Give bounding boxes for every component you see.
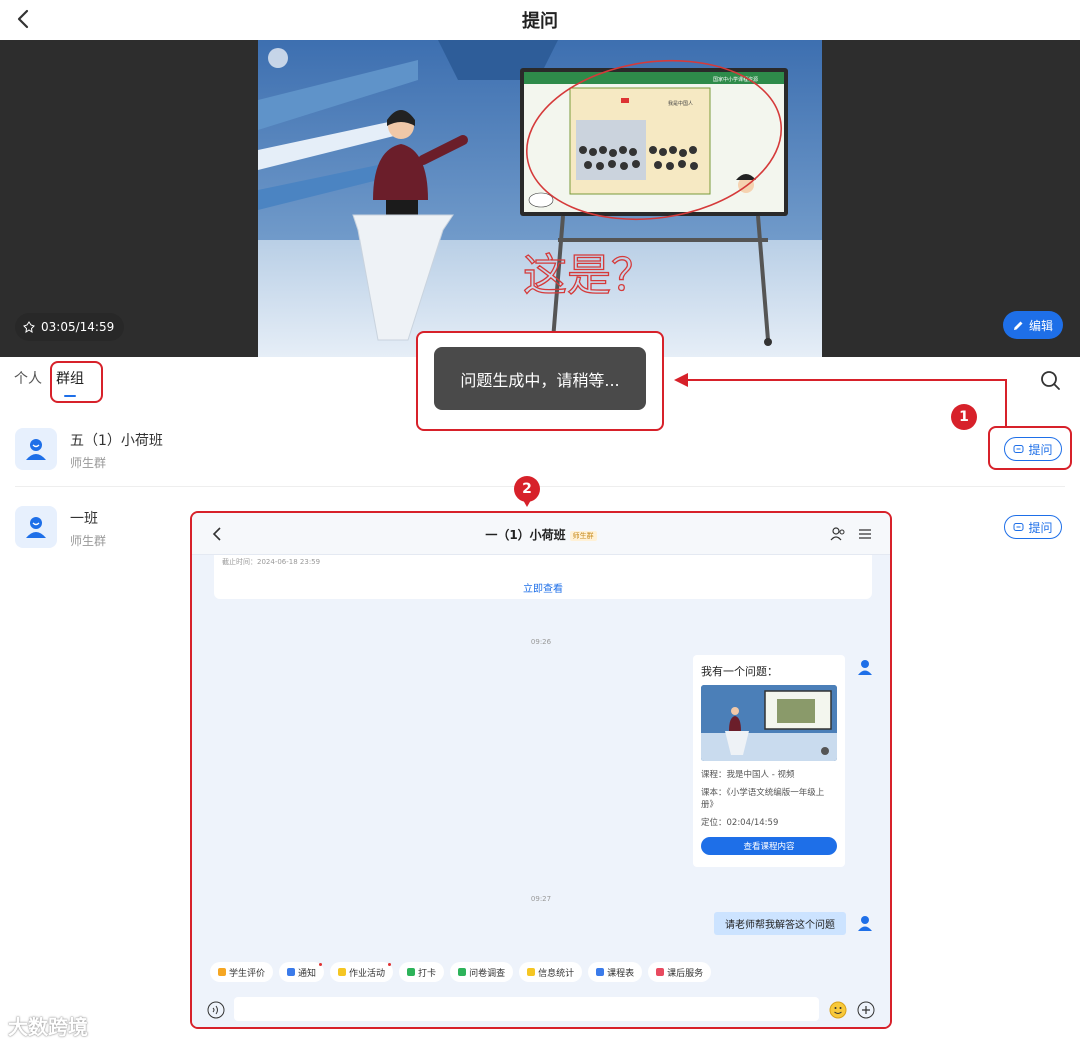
search-icon[interactable] — [1039, 369, 1063, 393]
tool-icon — [458, 968, 467, 976]
voice-icon[interactable] — [207, 1001, 225, 1019]
emoji-icon[interactable] — [829, 1001, 847, 1019]
tool-label: 打卡 — [418, 968, 437, 979]
group-user-icon — [26, 517, 46, 538]
group-row[interactable]: 五（1）小荷班 师生群 — [0, 428, 1080, 502]
time-label: 09:26 — [530, 638, 552, 646]
video-thumbnail — [701, 685, 837, 761]
video-player[interactable]: 国家中小学课程资源 我是中国人 这是？ 03:05/14:59 编辑 — [0, 40, 1080, 357]
menu-icon[interactable] — [858, 527, 872, 541]
tool-icon — [527, 968, 536, 976]
message-input[interactable] — [234, 997, 819, 1021]
chat-tag: 师生群 — [569, 530, 597, 541]
tool-chip[interactable]: 作业活动 — [330, 962, 394, 982]
tool-icon — [407, 968, 416, 976]
loading-toast: 问题生成中，请稍等... — [434, 347, 646, 410]
group-avatar — [15, 428, 57, 470]
group-type: 师生群 — [70, 534, 107, 548]
video-frame[interactable]: 国家中小学课程资源 我是中国人 这是？ — [258, 40, 822, 357]
chat-title: 一（1）小荷班 师生群 — [192, 526, 890, 543]
members-icon[interactable] — [830, 526, 846, 542]
top-bar: 提问 — [0, 0, 1080, 40]
tool-chip[interactable]: 问卷调查 — [450, 962, 514, 982]
unread-dot — [388, 963, 392, 966]
course-text: 课程：我是中国人 - 视频 — [701, 770, 795, 780]
chat-title-text: 一（1）小荷班 — [485, 528, 566, 542]
deadline-text: 截止时间：2024-06-18 23:59 — [222, 558, 321, 566]
tool-chip[interactable]: 课程表 — [588, 962, 643, 982]
tool-chip[interactable]: 信息统计 — [519, 962, 583, 982]
group-name: 五（1）小荷班 — [70, 433, 163, 449]
message-bubble: 请老师帮我解答这个问题 — [714, 912, 846, 935]
edit-label: 编辑 — [1028, 318, 1053, 333]
notice-card: 截止时间：2024-06-18 23:59 立即查看 — [214, 555, 872, 599]
row-divider — [15, 486, 1065, 487]
time-label: 09:27 — [530, 895, 552, 903]
position-text: 定位：02:04/14:59 — [701, 818, 779, 828]
ask-label: 提问 — [1028, 520, 1053, 535]
pencil-icon — [1013, 321, 1023, 330]
tool-chip[interactable]: 课后服务 — [648, 962, 712, 982]
tool-icon — [596, 968, 605, 976]
step-badge-1: 1 — [951, 404, 977, 430]
chat-icon — [1013, 522, 1024, 531]
video-scene-image: 国家中小学课程资源 我是中国人 这是？ — [258, 40, 822, 357]
tool-icon — [218, 968, 226, 976]
step-badge-2: 2 — [514, 476, 540, 502]
highlight-group-tab — [50, 361, 103, 403]
chat-tool-bar: 学生评价 通知 作业活动 打卡 问卷调查 信息统计 课程表 课后服务 — [192, 953, 890, 991]
highlight-ask-button — [988, 426, 1072, 470]
thumbnail-image — [701, 685, 837, 761]
handwriting-text: 这是？ — [523, 250, 655, 301]
question-card[interactable]: 我有一个问题： 课程：我是中国人 - 视频 课本：《小学语文统编版一年级上册》 … — [693, 655, 845, 867]
page-title: 提问 — [522, 11, 558, 32]
question-heading: 我有一个问题： — [701, 665, 778, 678]
chat-preview-panel: 一（1）小荷班 师生群 截止时间：2024-06-18 23:59 立即查看 09… — [190, 511, 892, 1029]
board-page-title-text: 我是中国人 — [668, 100, 693, 107]
unread-dot — [319, 963, 323, 966]
view-course-button[interactable]: 查看课程内容 — [701, 837, 837, 855]
tool-label: 问卷调查 — [469, 968, 506, 979]
tool-label: 课后服务 — [667, 968, 704, 979]
tool-label: 作业活动 — [349, 968, 386, 979]
chat-input-bar — [192, 991, 890, 1027]
tool-label: 通知 — [298, 968, 317, 979]
badge-pointer — [523, 500, 531, 507]
video-timestamp[interactable]: 03:05/14:59 — [15, 313, 125, 341]
timestamp-text: 03:05/14:59 — [41, 320, 115, 334]
ask-button[interactable]: 提问 — [1004, 515, 1062, 539]
tool-icon — [287, 968, 296, 976]
watermark: 大数跨境 — [8, 1015, 88, 1039]
tool-icon — [656, 968, 665, 976]
tab-personal[interactable]: 个人 — [14, 368, 42, 388]
edit-button[interactable]: 编辑 — [1003, 311, 1063, 339]
board-title-text: 国家中小学课程资源 — [713, 76, 758, 83]
pin-icon — [23, 321, 35, 333]
view-now-link[interactable]: 立即查看 — [214, 580, 872, 595]
group-name: 一班 — [70, 511, 98, 527]
sender-avatar-icon — [858, 660, 872, 675]
tool-label: 学生评价 — [229, 968, 266, 979]
plus-icon[interactable] — [857, 1001, 875, 1019]
tool-icon — [338, 968, 347, 976]
tool-chip[interactable]: 学生评价 — [210, 962, 274, 982]
tool-chip[interactable]: 通知 — [279, 962, 325, 982]
textbook-text: 课本：《小学语文统编版一年级上册》 — [701, 788, 825, 810]
tool-chip[interactable]: 打卡 — [399, 962, 445, 982]
group-user-icon — [26, 439, 46, 460]
group-avatar — [15, 506, 57, 548]
tool-label: 信息统计 — [538, 968, 575, 979]
chat-header: 一（1）小荷班 师生群 — [192, 513, 890, 555]
tool-label: 课程表 — [607, 968, 635, 979]
group-type: 师生群 — [70, 456, 107, 470]
sender-avatar-icon — [858, 916, 872, 931]
